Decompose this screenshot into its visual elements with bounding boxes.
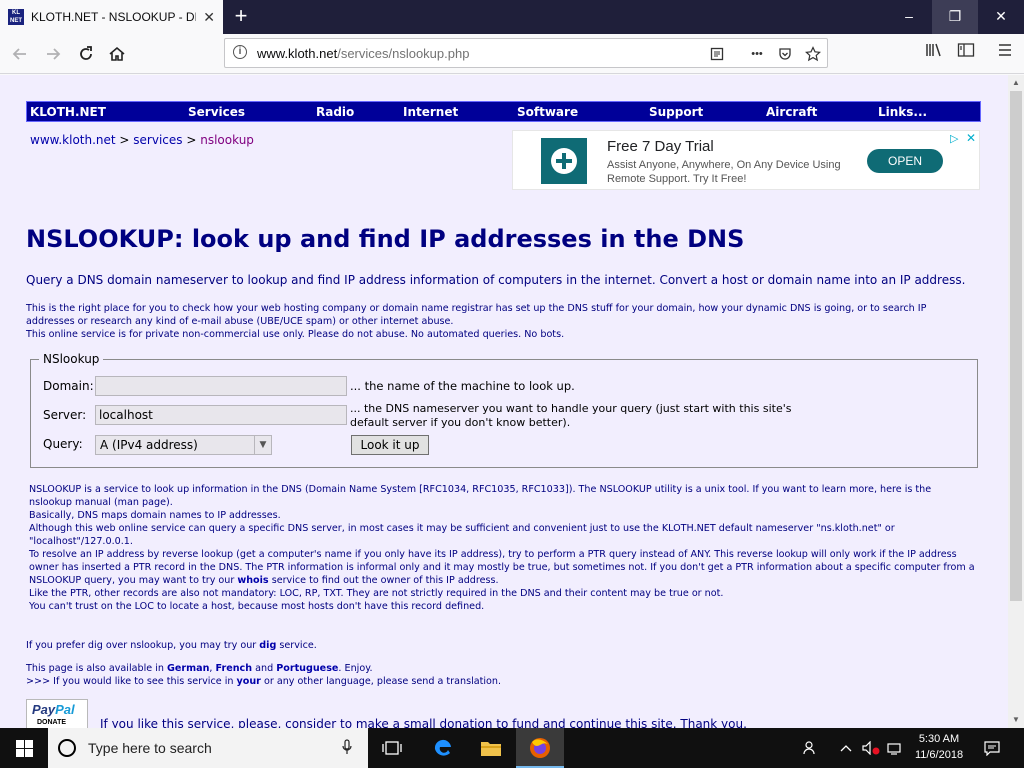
ad-close-icon[interactable]: ✕ bbox=[966, 131, 976, 145]
nav-item-support[interactable]: Support bbox=[649, 104, 703, 120]
adchoices-icon[interactable]: ▷ bbox=[950, 132, 958, 145]
taskbar-clock[interactable]: 5:30 AM 11/6/2018 bbox=[903, 731, 975, 763]
ad-open-button[interactable]: OPEN bbox=[867, 149, 943, 173]
nav-item-home[interactable]: KLOTH.NET bbox=[30, 104, 106, 120]
whois-link[interactable]: whois bbox=[237, 575, 268, 586]
translation-text: >>> If you would like to see this servic… bbox=[26, 676, 502, 687]
action-center-icon[interactable] bbox=[978, 728, 1006, 768]
usage-note: This is the right place for you to check… bbox=[26, 303, 927, 340]
your-language-link[interactable]: your bbox=[237, 676, 261, 687]
nslookup-form: NSlookup Domain: ... the name of the mac… bbox=[30, 352, 978, 468]
nav-item-radio[interactable]: Radio bbox=[316, 104, 354, 120]
new-tab-button[interactable]: + bbox=[229, 3, 253, 31]
nav-item-services[interactable]: Services bbox=[188, 104, 245, 120]
edge-browser-icon[interactable] bbox=[419, 728, 467, 768]
domain-input[interactable] bbox=[95, 376, 347, 396]
pocket-icon[interactable] bbox=[775, 44, 795, 64]
nav-item-links[interactable]: Links... bbox=[878, 104, 927, 120]
cortana-icon bbox=[58, 739, 76, 757]
chevron-down-icon[interactable]: ▼ bbox=[254, 436, 271, 454]
windows-start-icon[interactable] bbox=[0, 728, 48, 768]
page-actions-icon[interactable]: ••• bbox=[747, 44, 767, 64]
address-bar[interactable]: i www.kloth.net/services/nslookup.php ••… bbox=[224, 38, 828, 68]
task-view-icon[interactable] bbox=[368, 728, 416, 768]
forward-arrow-icon[interactable] bbox=[40, 41, 66, 67]
volume-muted-icon[interactable] bbox=[859, 728, 883, 768]
scroll-down-arrow-icon[interactable]: ▼ bbox=[1008, 712, 1024, 728]
restore-button[interactable]: ❐ bbox=[932, 0, 978, 34]
show-hidden-icons-chevron-icon[interactable] bbox=[836, 728, 856, 768]
network-icon[interactable] bbox=[885, 728, 905, 768]
intro-text: Query a DNS domain nameserver to lookup … bbox=[26, 273, 966, 287]
ad-title[interactable]: Free 7 Day Trial bbox=[607, 138, 714, 155]
library-icon[interactable] bbox=[922, 42, 946, 66]
german-link[interactable]: German bbox=[167, 663, 209, 674]
microphone-icon[interactable] bbox=[342, 739, 352, 758]
minimize-button[interactable]: – bbox=[886, 0, 932, 34]
tab-title: KLOTH.NET - NSLOOKUP - DN bbox=[31, 10, 196, 24]
window-close-button[interactable]: ✕ bbox=[978, 0, 1024, 34]
vertical-scrollbar[interactable]: ▲ ▼ bbox=[1008, 75, 1024, 728]
portuguese-link[interactable]: Portuguese bbox=[276, 663, 338, 674]
site-info-icon[interactable]: i bbox=[233, 45, 247, 59]
paypal-logo: PayPal bbox=[32, 702, 75, 717]
nav-item-aircraft[interactable]: Aircraft bbox=[766, 104, 817, 120]
reader-view-icon[interactable] bbox=[707, 44, 727, 64]
language-text: This page is also available in German, F… bbox=[26, 663, 373, 674]
query-type-select[interactable]: A (IPv4 address) ▼ bbox=[95, 435, 272, 455]
scrollbar-thumb[interactable] bbox=[1010, 91, 1022, 601]
site-navigation-bar: KLOTH.NET Services Radio Internet Softwa… bbox=[26, 101, 981, 122]
breadcrumb-home[interactable]: www.kloth.net bbox=[30, 133, 116, 147]
scroll-up-arrow-icon[interactable]: ▲ bbox=[1008, 75, 1024, 91]
menu-hamburger-icon[interactable] bbox=[993, 42, 1017, 66]
paypal-donate-button[interactable]: PayPal DONATE bbox=[26, 699, 88, 728]
plus-icon bbox=[551, 148, 577, 174]
breadcrumb-current: nslookup bbox=[200, 133, 254, 147]
clock-time: 5:30 AM bbox=[918, 733, 960, 745]
reload-icon[interactable] bbox=[73, 41, 99, 67]
sidebar-icon[interactable] bbox=[954, 42, 978, 66]
donation-text: If you like this service, please, consid… bbox=[100, 717, 747, 728]
site-favicon: KL NET bbox=[8, 9, 24, 25]
breadcrumb: www.kloth.net > services > nslookup bbox=[30, 133, 254, 147]
search-placeholder: Type here to search bbox=[88, 740, 212, 756]
form-legend: NSlookup bbox=[39, 352, 104, 366]
nav-item-internet[interactable]: Internet bbox=[403, 104, 458, 120]
taskbar-search-box[interactable]: Type here to search bbox=[48, 728, 368, 768]
url-text[interactable]: www.kloth.net/services/nslookup.php bbox=[257, 46, 469, 61]
look-it-up-button[interactable]: Look it up bbox=[351, 435, 429, 455]
dig-link[interactable]: dig bbox=[259, 640, 276, 651]
clock-date: 11/6/2018 bbox=[914, 749, 964, 761]
tab-close-icon[interactable]: ✕ bbox=[203, 9, 215, 26]
nav-item-software[interactable]: Software bbox=[517, 104, 578, 120]
french-link[interactable]: French bbox=[216, 663, 253, 674]
browser-tab[interactable]: KL NET KLOTH.NET - NSLOOKUP - DN ✕ bbox=[0, 0, 223, 34]
ad-logo bbox=[541, 138, 587, 184]
dig-text: If you prefer dig over nslookup, you may… bbox=[26, 640, 317, 651]
server-note: ... the DNS nameserver you want to handl… bbox=[350, 402, 792, 429]
service-description: NSLOOKUP is a service to look up informa… bbox=[29, 484, 975, 612]
browser-titlebar: KL NET KLOTH.NET - NSLOOKUP - DN ✕ + – ❐… bbox=[0, 0, 1024, 34]
donate-label: DONATE bbox=[37, 719, 67, 726]
file-explorer-icon[interactable] bbox=[467, 728, 515, 768]
query-label: Query: bbox=[43, 437, 83, 451]
navigation-toolbar: i www.kloth.net/services/nslookup.php ••… bbox=[0, 34, 1024, 74]
firefox-icon[interactable] bbox=[516, 728, 564, 768]
advertisement-banner[interactable]: Free 7 Day Trial Assist Anyone, Anywhere… bbox=[512, 130, 980, 190]
page-viewport: KLOTH.NET Services Radio Internet Softwa… bbox=[0, 75, 1008, 728]
server-input[interactable]: localhost bbox=[95, 405, 347, 425]
server-label: Server: bbox=[43, 408, 87, 422]
domain-label: Domain: bbox=[43, 379, 94, 393]
page-title: NSLOOKUP: look up and find IP addresses … bbox=[26, 225, 745, 253]
bookmark-star-icon[interactable] bbox=[803, 44, 823, 64]
ad-description: Assist Anyone, Anywhere, On Any Device U… bbox=[607, 159, 841, 185]
breadcrumb-services[interactable]: services bbox=[133, 133, 182, 147]
people-icon[interactable] bbox=[798, 728, 824, 768]
domain-note: ... the name of the machine to look up. bbox=[350, 379, 575, 393]
back-arrow-icon[interactable] bbox=[7, 41, 33, 67]
windows-taskbar: Type here to search 5:30 AM 11/6/2018 bbox=[0, 728, 1024, 768]
home-icon[interactable] bbox=[104, 41, 130, 67]
